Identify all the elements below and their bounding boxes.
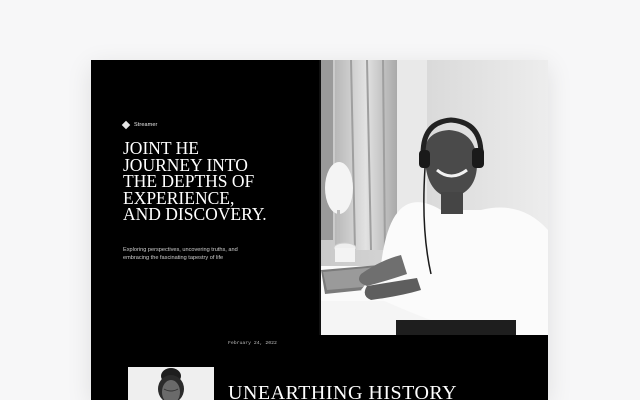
- hero-photo-illustration: [321, 60, 548, 335]
- hero-headline: JOINT HE JOURNEY INTO THE DEPTHS OF EXPE…: [123, 140, 313, 223]
- brand-name: Streamer: [134, 122, 158, 128]
- hero-section: Streamer JOINT HE JOURNEY INTO THE DEPTH…: [91, 60, 548, 335]
- hero-photo: [321, 60, 548, 335]
- article-thumbnail-illustration: [128, 367, 214, 400]
- hero-text-panel: Streamer JOINT HE JOURNEY INTO THE DEPTH…: [91, 60, 319, 335]
- brand-logo[interactable]: Streamer: [121, 120, 158, 130]
- article-title[interactable]: UNEARTHING HISTORY: [228, 382, 457, 400]
- subtitle-line: Exploring perspectives, uncovering truth…: [123, 247, 238, 253]
- article-thumbnail[interactable]: [128, 367, 214, 400]
- subtitle-line: embracing the fascinating tapestry of li…: [123, 255, 224, 261]
- hero-subtitle: Exploring perspectives, uncovering truth…: [123, 246, 283, 262]
- article-section: February 24, 2022 UNEARTHING HISTORY: [91, 335, 548, 400]
- landing-page-card: Streamer JOINT HE JOURNEY INTO THE DEPTH…: [91, 60, 548, 400]
- article-date: February 24, 2022: [228, 341, 277, 346]
- diamond-icon: [121, 120, 131, 130]
- headline-line: AND DISCOVERY.: [123, 204, 267, 224]
